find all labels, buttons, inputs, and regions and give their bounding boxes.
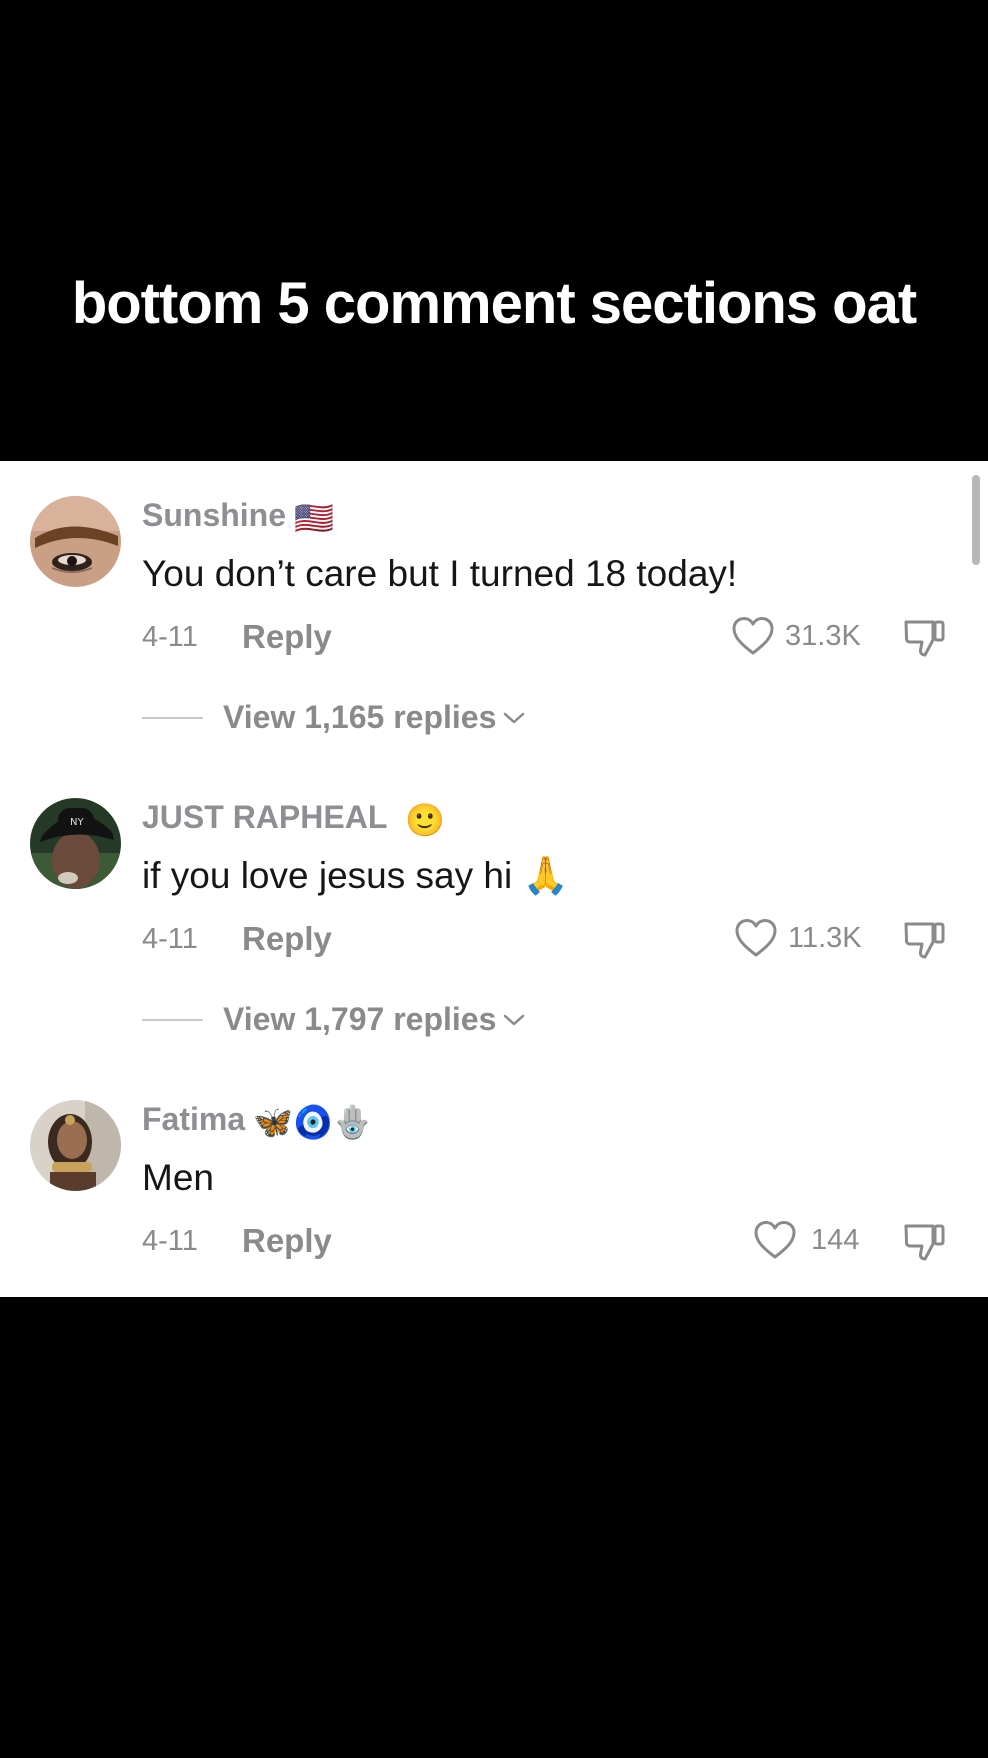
like-count: 11.3K [788,921,862,954]
comment-date: 4-11 [142,923,198,955]
hand-portrait-avatar-icon [30,1100,121,1191]
reply-button[interactable]: Reply [242,920,332,958]
butterfly-eye-hamsa-icon: 🦋🧿🪬 [253,1103,373,1140]
smile-emoji-icon: 🙂 [405,801,446,838]
username-text: Fatima [142,1101,246,1137]
comment-panel[interactable]: Sunshine 🇺🇸 You don’t care but I turned 1… [0,461,988,1297]
comment-item: Fatima 🦋🧿🪬 Men 4-11 Reply 144 [0,1065,988,1355]
reply-button[interactable]: Reply [242,1222,332,1260]
username[interactable]: JUST RAPHEAL 🙂 [142,799,445,839]
video-caption: bottom 5 comment sections oat [71,271,917,336]
dislike-icon[interactable] [902,1218,948,1264]
username-text: Sunshine [142,497,287,533]
like-button[interactable]: 144 [753,1219,859,1261]
avatar[interactable] [30,1100,121,1191]
comment-item: Sunshine 🇺🇸 You don’t care but I turned 1… [0,461,988,751]
svg-text:NY: NY [70,817,84,828]
view-replies-button[interactable]: View 1,165 replies [142,699,526,736]
comment-text: You don’t care but I turned 18 today! [142,553,738,594]
comment-text: Men [142,1157,214,1198]
divider-line [142,716,203,719]
like-count: 144 [811,1223,860,1256]
heart-icon [754,1221,796,1259]
man-in-cap-avatar-icon: NY [30,798,121,889]
comment-text: if you love jesus say hi 🙏 [142,855,569,896]
view-replies-label: View 1,797 replies [223,1001,497,1037]
view-replies-button[interactable]: View 1,797 replies [142,1001,526,1038]
avatar[interactable] [30,496,121,587]
flag-icon: 🇺🇸 [294,499,334,536]
chevron-down-icon [504,1014,525,1025]
view-replies-label: View 1,165 replies [223,699,497,735]
reply-button[interactable]: Reply [242,618,332,656]
avatar[interactable]: NY [30,798,121,889]
like-button[interactable]: 31.3K [731,615,861,657]
like-count: 31.3K [785,619,861,652]
dislike-icon[interactable] [902,614,948,660]
comment-item: NY JUST RAPHEAL 🙂 if you love jesus say h… [0,763,988,1053]
comment-date: 4-11 [142,621,198,653]
dislike-icon[interactable] [902,916,948,962]
comment-date: 4-11 [142,1225,198,1257]
eyebrow-avatar-icon [30,496,121,587]
username[interactable]: Sunshine 🇺🇸 [142,497,334,537]
heart-icon [735,919,777,957]
chevron-down-icon [504,712,525,723]
username-text: JUST RAPHEAL [142,799,388,835]
username[interactable]: Fatima 🦋🧿🪬 [142,1101,373,1141]
heart-icon [732,617,774,655]
divider-line [142,1018,203,1021]
like-button[interactable]: 11.3K [734,917,862,959]
